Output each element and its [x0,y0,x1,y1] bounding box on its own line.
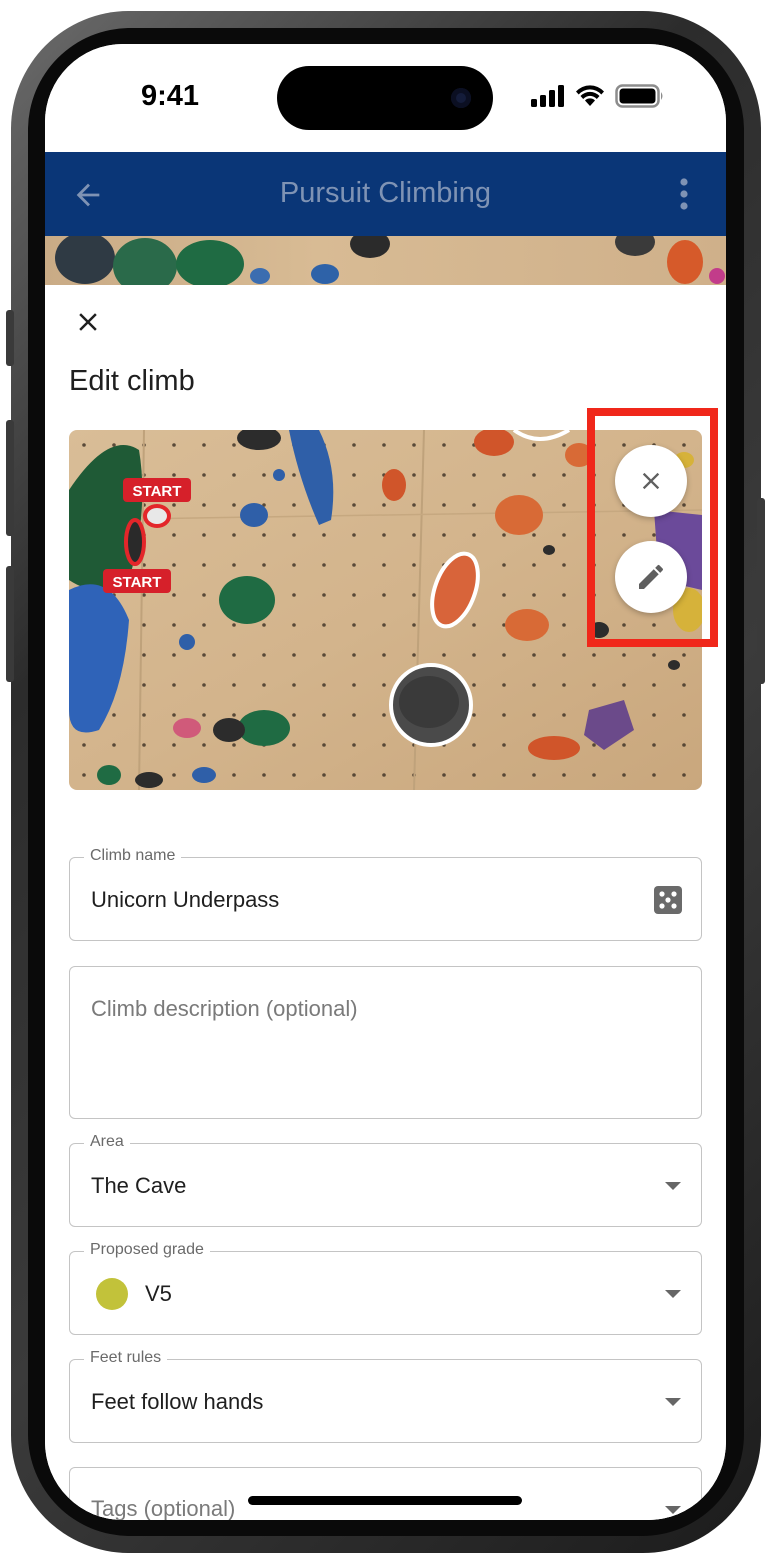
highlight-annotation-box [587,408,718,647]
dropdown-arrow-icon [665,1182,681,1190]
edit-climb-sheet: Edit climb START START Climb name Unicor… [45,285,726,1520]
grade-color-dot [96,1278,128,1310]
status-bar: 9:41 [45,44,726,152]
signal-icon [531,85,564,107]
battery-icon [615,84,663,108]
status-time: 9:41 [141,80,200,112]
dropdown-arrow-icon [665,1290,681,1298]
more-vert-icon[interactable] [669,176,699,212]
dropdown-arrow-icon [665,1398,681,1406]
dynamic-island [277,66,493,130]
dropdown-arrow-icon [665,1506,681,1514]
sheet-title: Edit climb [69,365,195,397]
grade-label: Proposed grade [84,1241,210,1259]
dice-icon[interactable] [653,885,683,915]
area-value: The Cave [91,1173,187,1198]
feet-rules-value: Feet follow hands [91,1389,264,1414]
close-icon[interactable] [73,307,103,337]
status-icons [531,84,665,108]
grade-select[interactable]: Proposed grade V5 [69,1241,702,1335]
wifi-icon [576,85,604,106]
start-label-top: START [133,483,182,500]
app-title: Pursuit Climbing [279,177,492,209]
start-label-bottom: START [113,574,162,591]
camera-icon [451,88,471,108]
climb-description-field[interactable]: Climb description (optional) [69,966,702,1119]
climb-name-label: Climb name [84,847,182,865]
climb-name-field[interactable]: Climb name Unicorn Underpass [69,847,702,941]
grade-value: V5 [145,1281,172,1306]
feet-rules-select[interactable]: Feet rules Feet follow hands [69,1349,702,1443]
climb-description-placeholder: Climb description (optional) [91,996,358,1021]
phone-screen: 9:41 Pursuit Climbing Edit climb START S… [45,44,726,1520]
climb-name-input[interactable]: Unicorn Underpass [91,887,279,913]
feet-rules-label: Feet rules [84,1349,168,1367]
area-select[interactable]: Area The Cave [69,1133,702,1227]
area-label: Area [84,1133,130,1151]
home-indicator[interactable] [248,1496,522,1505]
tags-placeholder: Tags (optional) [91,1496,236,1520]
tags-select[interactable]: Tags (optional) [69,1467,702,1520]
background-wall-image [45,236,726,286]
app-bar: Pursuit Climbing [45,152,726,236]
